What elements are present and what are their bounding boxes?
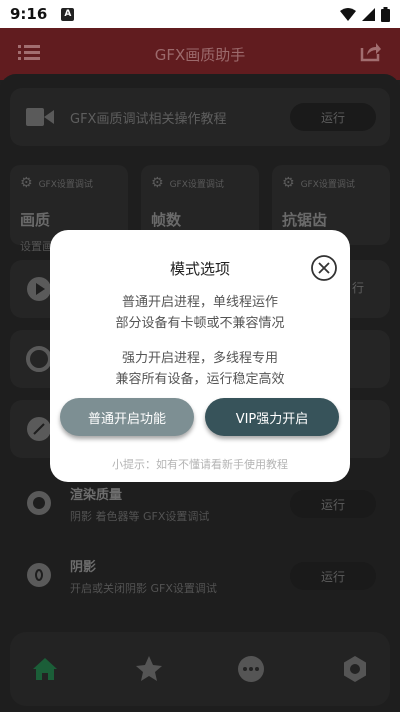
app-header: GFX画质助手 — [0, 28, 400, 80]
home-icon — [33, 658, 57, 680]
normal-start-button[interactable]: 普通开启功能 — [60, 398, 194, 436]
chat-icon — [238, 656, 264, 682]
dialog-title: 模式选项 — [169, 260, 230, 278]
close-icon[interactable] — [310, 254, 338, 282]
share-icon[interactable] — [360, 40, 382, 62]
tile-name: 帧数 — [151, 211, 182, 229]
render-run-button[interactable]: 运行 — [290, 490, 376, 518]
settings-icon — [344, 656, 366, 682]
tile-tag: GFX设置调试 — [300, 179, 355, 190]
strong-line-1: 强力开启进程，多线程专用 — [121, 351, 278, 366]
play-icon — [27, 277, 51, 301]
status-bar: 9:16 A — [0, 0, 400, 28]
tile-subtitle-partial: 设置画 — [20, 240, 53, 253]
hidden-run-fragment: 行 — [351, 281, 364, 295]
nav-favorites[interactable] — [134, 654, 164, 684]
battery-icon — [381, 6, 390, 22]
tile-tag: GFX设置调试 — [169, 179, 224, 190]
tutorial-run-button[interactable]: 运行 — [290, 103, 376, 131]
percent-icon — [27, 417, 51, 441]
gear-icon: ⚙ — [282, 175, 295, 191]
tutorial-row[interactable]: GFX画质调试相关操作教程 运行 — [10, 88, 390, 146]
normal-mode-description: 普通开启进程，单线程运作 部分设备有卡顿或不兼容情况 — [50, 292, 350, 334]
gear-icon: ⚙ — [20, 175, 33, 191]
star-icon — [136, 656, 162, 681]
list-item-title: 渲染质量 — [70, 488, 123, 503]
shadow-icon — [27, 563, 51, 587]
strong-mode-description: 强力开启进程，多线程专用 兼容所有设备，运行稳定高效 — [50, 348, 350, 390]
gear-icon: ⚙ — [151, 175, 164, 191]
nav-messages[interactable] — [236, 654, 266, 684]
render-icon — [27, 491, 51, 515]
list-item-subtitle: 阴影 着色器等 GFX设置调试 — [70, 510, 210, 523]
tutorial-title: GFX画质调试相关操作教程 — [70, 112, 227, 127]
tile-name: 抗锯齿 — [282, 211, 328, 229]
bottom-nav — [10, 632, 390, 706]
wifi-icon — [340, 7, 356, 21]
dialog-tip: 小提示：如有不懂请看新手使用教程 — [112, 458, 288, 471]
shadow-run-button[interactable]: 运行 — [290, 562, 376, 590]
vip-start-button[interactable]: VIP强力开启 — [205, 398, 339, 436]
notification-icon: A — [61, 7, 75, 21]
nav-settings[interactable] — [340, 654, 370, 684]
list-item-shadow[interactable]: 阴影 开启或关闭阴影 GFX设置调试 运行 — [10, 544, 390, 608]
header-title: GFX画质助手 — [154, 45, 246, 64]
list-item-title: 阴影 — [70, 560, 97, 575]
tile-tag: GFX设置调试 — [38, 179, 93, 190]
list-item-subtitle: 开启或关闭阴影 GFX设置调试 — [70, 582, 217, 595]
nav-home[interactable] — [30, 654, 60, 684]
status-icons — [340, 6, 390, 22]
strong-line-2: 兼容所有设备，运行稳定高效 — [115, 372, 285, 387]
tile-name: 画质 — [20, 211, 51, 229]
video-icon — [26, 108, 54, 126]
status-time: 9:16 — [10, 5, 48, 23]
signal-icon — [362, 7, 375, 21]
normal-line-2: 部分设备有卡顿或不兼容情况 — [115, 316, 285, 331]
normal-line-1: 普通开启进程，单线程运作 — [121, 295, 278, 310]
refresh-icon — [26, 346, 52, 372]
mode-options-dialog: 模式选项 普通开启进程，单线程运作 部分设备有卡顿或不兼容情况 强力开启进程，多… — [50, 230, 350, 482]
